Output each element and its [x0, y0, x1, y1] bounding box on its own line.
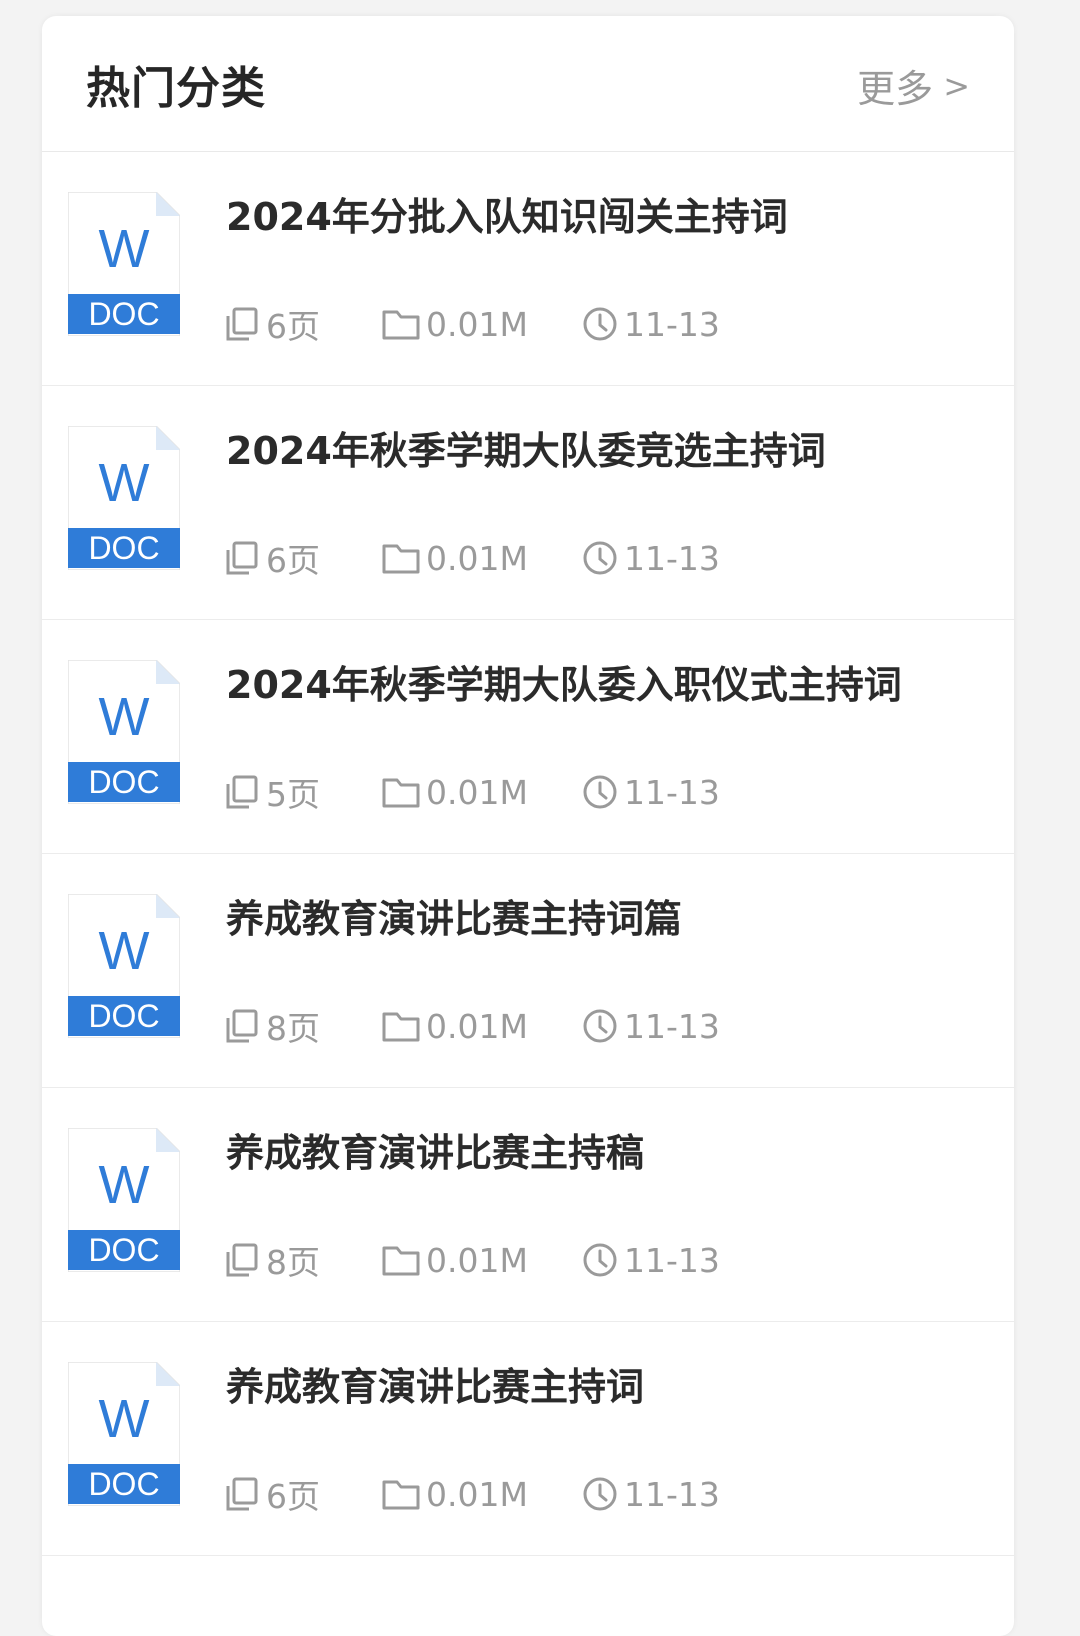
folder-icon — [382, 1012, 420, 1042]
upload-date: 11-13 — [624, 1006, 720, 1046]
file-size: 0.01M — [426, 538, 528, 578]
svg-text:DOC: DOC — [88, 998, 159, 1034]
word-doc-icon: W DOC — [68, 192, 180, 336]
chevron-right-icon: > — [943, 66, 970, 105]
pages-icon — [226, 307, 258, 341]
file-size: 0.01M — [426, 1474, 528, 1514]
clock-icon — [583, 1009, 617, 1043]
svg-text:W: W — [99, 453, 150, 513]
svg-text:W: W — [99, 219, 150, 279]
folder-icon — [382, 310, 420, 340]
upload-date: 11-13 — [624, 304, 720, 344]
folder-icon — [382, 1246, 420, 1276]
file-size: 0.01M — [426, 304, 528, 344]
upload-date: 11-13 — [624, 772, 720, 812]
hot-categories-card: 热门分类 更多 > W DOC 2024年分批入队知识闯关主持词 6页 0.01… — [42, 16, 1014, 1636]
svg-text:W: W — [99, 1155, 150, 1215]
clock-icon — [583, 307, 617, 341]
document-title: 养成教育演讲比赛主持稿 — [226, 1131, 645, 1175]
page-count: 8页 — [266, 1243, 320, 1282]
svg-text:DOC: DOC — [88, 530, 159, 566]
clock-icon — [583, 1243, 617, 1277]
clock-icon — [583, 775, 617, 809]
word-doc-icon: W DOC — [68, 1362, 180, 1506]
file-size: 0.01M — [426, 1006, 528, 1046]
page-count: 5页 — [266, 775, 320, 814]
clock-icon — [583, 1477, 617, 1511]
page-count: 8页 — [266, 1009, 320, 1048]
document-title: 2024年秋季学期大队委竞选主持词 — [226, 429, 826, 473]
document-list-item[interactable]: W DOC 2024年秋季学期大队委入职仪式主持词 5页 0.01M 11-13 — [42, 620, 1014, 854]
pages-icon — [226, 541, 258, 575]
document-meta: 5页 0.01M 11-13 — [224, 770, 742, 814]
document-list-item[interactable]: W DOC 养成教育演讲比赛主持稿 8页 0.01M 11-13 — [42, 1088, 1014, 1322]
pages-icon — [226, 1009, 258, 1043]
document-list: W DOC 2024年分批入队知识闯关主持词 6页 0.01M 11-13 W … — [42, 152, 1014, 1556]
document-title: 2024年秋季学期大队委入职仪式主持词 — [226, 663, 902, 707]
svg-text:DOC: DOC — [88, 764, 159, 800]
section-title: 热门分类 — [86, 63, 266, 114]
card-header: 热门分类 更多 > — [42, 16, 1014, 152]
svg-text:DOC: DOC — [88, 1232, 159, 1268]
pages-icon — [226, 775, 258, 809]
document-list-item[interactable]: W DOC 养成教育演讲比赛主持词篇 8页 0.01M 11-13 — [42, 854, 1014, 1088]
document-meta: 8页 0.01M 11-13 — [224, 1238, 742, 1282]
word-doc-icon: W DOC — [68, 426, 180, 570]
more-label: 更多 — [857, 67, 934, 111]
word-doc-icon: W DOC — [68, 660, 180, 804]
document-meta: 6页 0.01M 11-13 — [224, 302, 742, 346]
document-title: 养成教育演讲比赛主持词 — [226, 1365, 645, 1409]
svg-text:DOC: DOC — [88, 296, 159, 332]
document-meta: 6页 0.01M 11-13 — [224, 536, 742, 580]
svg-text:DOC: DOC — [88, 1466, 159, 1502]
page-count: 6页 — [266, 541, 320, 580]
document-title: 2024年分批入队知识闯关主持词 — [226, 195, 788, 239]
svg-text:W: W — [99, 921, 150, 981]
word-doc-icon: W DOC — [68, 1128, 180, 1272]
document-title: 养成教育演讲比赛主持词篇 — [226, 897, 683, 941]
pages-icon — [226, 1243, 258, 1277]
folder-icon — [382, 544, 420, 574]
upload-date: 11-13 — [624, 538, 720, 578]
svg-text:W: W — [99, 687, 150, 747]
document-list-item[interactable]: W DOC 养成教育演讲比赛主持词 6页 0.01M 11-13 — [42, 1322, 1014, 1556]
file-size: 0.01M — [426, 1240, 528, 1280]
document-meta: 8页 0.01M 11-13 — [224, 1004, 742, 1048]
more-link[interactable]: 更多 > — [857, 58, 970, 113]
page-count: 6页 — [266, 307, 320, 346]
clock-icon — [583, 541, 617, 575]
svg-text:W: W — [99, 1389, 150, 1449]
folder-icon — [382, 1480, 420, 1510]
upload-date: 11-13 — [624, 1240, 720, 1280]
folder-icon — [382, 778, 420, 808]
file-size: 0.01M — [426, 772, 528, 812]
document-meta: 6页 0.01M 11-13 — [224, 1472, 742, 1516]
document-list-item[interactable]: W DOC 2024年分批入队知识闯关主持词 6页 0.01M 11-13 — [42, 152, 1014, 386]
pages-icon — [226, 1477, 258, 1511]
word-doc-icon: W DOC — [68, 894, 180, 1038]
upload-date: 11-13 — [624, 1474, 720, 1514]
page-count: 6页 — [266, 1477, 320, 1516]
document-list-item[interactable]: W DOC 2024年秋季学期大队委竞选主持词 6页 0.01M 11-13 — [42, 386, 1014, 620]
